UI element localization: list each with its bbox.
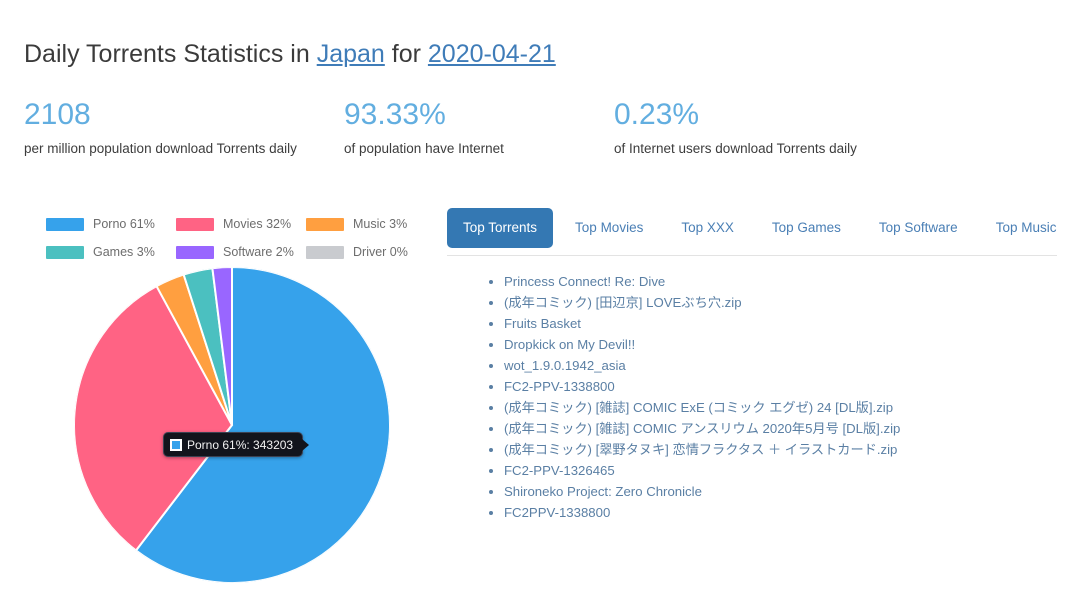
page-title: Daily Torrents Statistics in Japan for 2… (24, 37, 556, 71)
list-item: Fruits Basket (504, 314, 1062, 335)
legend-label: Software 2% (223, 245, 294, 259)
legend-label: Games 3% (93, 245, 155, 259)
stat-value: 0.23% (614, 98, 700, 131)
torrent-link[interactable]: (成年コミック) [田辺京] LOVEぶち穴.zip (504, 295, 742, 310)
torrent-link[interactable]: FC2-PPV-1326465 (504, 463, 615, 478)
legend-label: Movies 32% (223, 217, 292, 231)
torrent-link[interactable]: (成年コミック) [翠野タヌキ] 恋情フラクタス ＋ イラストカード.zip (504, 442, 897, 457)
stat-label: of Internet users download Torrents dail… (614, 141, 857, 156)
legend-label: Porno 61% (93, 217, 155, 231)
top-torrents-list: Princess Connect! Re: Dive (成年コミック) [田辺京]… (482, 272, 1062, 524)
tab-top-torrents[interactable]: Top Torrents (447, 208, 554, 248)
torrent-link[interactable]: (成年コミック) [雑誌] COMIC アンスリウム 2020年5月号 [DL版… (504, 421, 900, 436)
stat-label: of population have Internet (344, 141, 504, 156)
list-item: (成年コミック) [翠野タヌキ] 恋情フラクタス ＋ イラストカード.zip (504, 440, 1062, 461)
legend-swatch-icon (46, 217, 84, 231)
list-item: wot_1.9.0.1942_asia (504, 356, 1062, 377)
chart-legend: Porno 61% Movies 32% Music 3% Games 3% S… (46, 210, 436, 266)
tooltip-swatch-icon (170, 438, 182, 451)
list-item: Shironeko Project: Zero Chronicle (504, 482, 1062, 503)
country-link[interactable]: Japan (317, 40, 385, 68)
list-item: (成年コミック) [雑誌] COMIC アンスリウム 2020年5月号 [DL版… (504, 419, 1062, 440)
legend-item-porno[interactable]: Porno 61% (46, 210, 176, 238)
page-title-middle: for (384, 39, 428, 68)
stat-value: 2108 (24, 98, 91, 131)
list-item: FC2PPV-1338800 (504, 503, 1062, 524)
list-item: FC2-PPV-1326465 (504, 461, 1062, 482)
list-item: FC2-PPV-1338800 (504, 377, 1062, 398)
tab-top-music[interactable]: Top Music (980, 208, 1073, 248)
list-item: (成年コミック) [雑誌] COMIC ExE (コミック エグゼ) 24 [D… (504, 398, 1062, 419)
torrent-link[interactable]: Fruits Basket (504, 316, 581, 331)
legend-swatch-icon (46, 245, 84, 259)
torrent-link[interactable]: Shironeko Project: Zero Chronicle (504, 484, 702, 499)
legend-item-movies[interactable]: Movies 32% (176, 210, 306, 238)
list-item: (成年コミック) [田辺京] LOVEぶち穴.zip (504, 293, 1062, 314)
tab-top-software[interactable]: Top Software (863, 208, 974, 248)
legend-label: Driver 0% (353, 245, 408, 259)
stat-internet-penetration: 93.33% of population have Internet (344, 96, 614, 159)
pie-tooltip: Porno 61%: 343203 (163, 432, 310, 457)
tab-top-xxx[interactable]: Top XXX (665, 208, 750, 248)
statistics-page: Daily Torrents Statistics in Japan for 2… (0, 0, 1080, 593)
legend-item-software[interactable]: Software 2% (176, 238, 306, 266)
stat-downloads-per-million: 2108 per million population download Tor… (24, 96, 344, 159)
tab-top-movies[interactable]: Top Movies (559, 208, 659, 248)
legend-item-music[interactable]: Music 3% (306, 210, 436, 238)
legend-swatch-icon (176, 217, 214, 231)
list-item: Princess Connect! Re: Dive (504, 272, 1062, 293)
list-item: Dropkick on My Devil!! (504, 335, 1062, 356)
page-title-prefix: Daily Torrents Statistics in (24, 39, 317, 68)
legend-item-driver[interactable]: Driver 0% (306, 238, 436, 266)
torrent-link[interactable]: FC2PPV-1338800 (504, 505, 610, 520)
tab-top-games[interactable]: Top Games (756, 208, 857, 248)
legend-label: Music 3% (353, 217, 408, 231)
torrent-link[interactable]: (成年コミック) [雑誌] COMIC ExE (コミック エグゼ) 24 [D… (504, 400, 893, 415)
legend-swatch-icon (176, 245, 214, 259)
torrent-category-pie-chart[interactable] (74, 267, 390, 593)
stat-internet-users-downloading: 0.23% of Internet users download Torrent… (614, 96, 1034, 159)
legend-swatch-icon (306, 245, 344, 259)
stats-row: 2108 per million population download Tor… (24, 96, 1054, 159)
stat-label: per million population download Torrents… (24, 141, 297, 156)
pie-svg[interactable] (74, 267, 390, 583)
torrent-link[interactable]: wot_1.9.0.1942_asia (504, 358, 626, 373)
torrent-link[interactable]: FC2-PPV-1338800 (504, 379, 615, 394)
content-tabs: Top Torrents Top Movies Top XXX Top Game… (447, 208, 1057, 256)
stat-value: 93.33% (344, 98, 446, 131)
torrent-link[interactable]: Princess Connect! Re: Dive (504, 274, 665, 289)
tooltip-label: Porno 61%: 343203 (187, 437, 294, 452)
legend-swatch-icon (306, 217, 344, 231)
legend-item-games[interactable]: Games 3% (46, 238, 176, 266)
torrent-link[interactable]: Dropkick on My Devil!! (504, 337, 635, 352)
date-link[interactable]: 2020-04-21 (428, 40, 556, 68)
